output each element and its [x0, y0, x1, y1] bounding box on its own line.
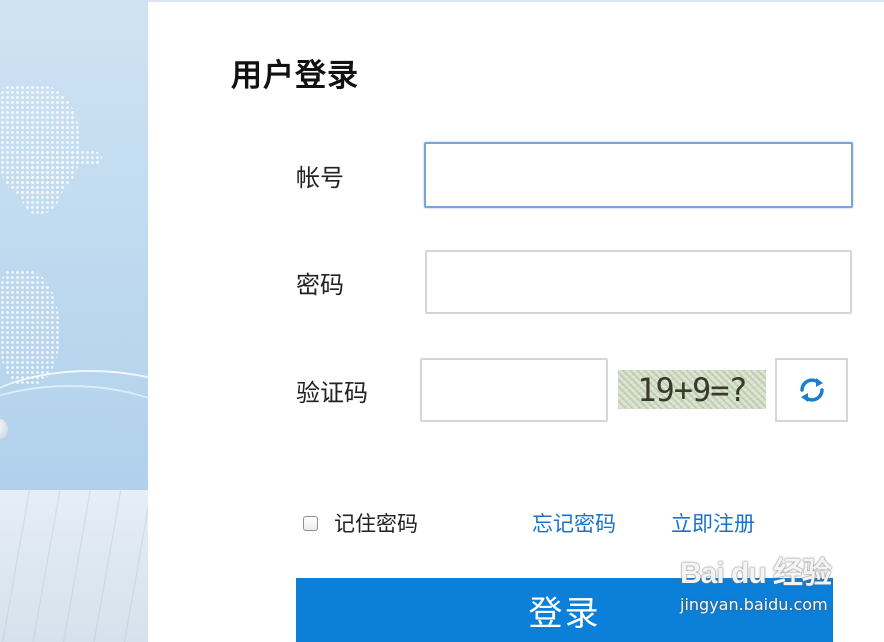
decorative-floor — [0, 490, 148, 642]
forgot-password-link[interactable]: 忘记密码 — [532, 508, 616, 538]
login-button[interactable]: 登录 — [296, 578, 833, 642]
world-map-dots — [60, 150, 102, 166]
refresh-captcha-button[interactable] — [775, 358, 848, 422]
remember-password-checkbox[interactable] — [303, 515, 318, 531]
captcha-label: 验证码 — [296, 379, 368, 407]
captcha-image[interactable]: 19+9=? — [618, 370, 766, 409]
remember-password-label: 记住密码 — [334, 512, 418, 536]
refresh-icon — [799, 378, 824, 402]
captcha-input[interactable] — [420, 358, 608, 422]
account-input[interactable] — [424, 142, 853, 208]
register-link[interactable]: 立即注册 — [671, 508, 755, 538]
page-title: 用户登录 — [231, 58, 359, 94]
world-map-dots — [0, 270, 60, 385]
account-label: 帐号 — [296, 164, 344, 192]
decorative-map-background — [0, 0, 148, 642]
password-label: 密码 — [296, 271, 344, 299]
remember-password[interactable]: 记住密码 — [303, 508, 418, 538]
world-map-dots — [20, 150, 65, 215]
decorative-swoosh — [0, 385, 148, 507]
password-input[interactable] — [425, 250, 852, 314]
top-divider — [148, 0, 884, 2]
